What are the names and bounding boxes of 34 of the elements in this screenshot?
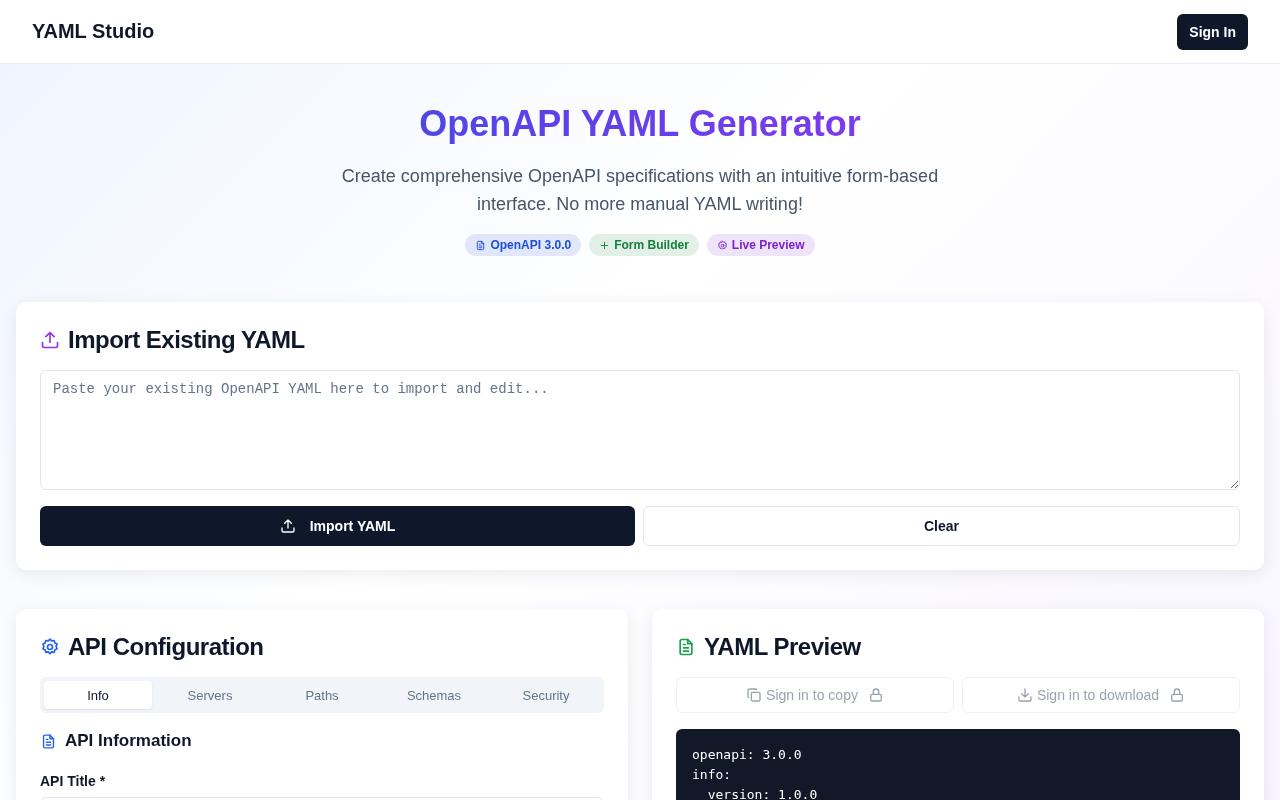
code-line: version: 1.0.0: [706, 786, 819, 800]
feature-badge: Live Preview: [706, 234, 815, 256]
settings-icon: [716, 239, 728, 251]
upload-icon: [40, 330, 60, 350]
clear-button[interactable]: Clear: [643, 506, 1240, 546]
upload-icon: [279, 518, 296, 534]
copy-icon: [746, 687, 763, 703]
feature-badge: Form Builder: [589, 234, 699, 256]
page-subtitle: Create comprehensive OpenAPI specifications with an intuitive form-based interface. No more manual YAML writing!: [340, 165, 940, 216]
plus-icon: [599, 239, 611, 251]
code-line: info:: [692, 766, 733, 784]
import-button[interactable]: Import YAML: [40, 506, 635, 546]
feature-badge: OpenAPI 3.0.0: [465, 234, 582, 256]
settings-icon: [40, 637, 60, 657]
document-icon: [676, 637, 696, 657]
document-icon: [40, 732, 57, 750]
tab[interactable]: Paths: [268, 681, 376, 709]
tab[interactable]: Security: [492, 681, 600, 709]
lock-icon: [867, 687, 884, 703]
yaml-input-field[interactable]: Paste your existing OpenAPI YAML here to import and edit...: [40, 370, 1240, 490]
card-title: YAML Preview: [704, 633, 861, 661]
tab[interactable]: Info: [44, 681, 152, 709]
sign-in-button[interactable]: Sign In: [1177, 13, 1248, 50]
download-icon: [1016, 687, 1033, 703]
card-title: API Configuration: [68, 633, 264, 661]
section-title: API Information: [65, 731, 192, 751]
field-label: API Title *: [40, 773, 107, 789]
code-line: openapi: 3.0.0: [692, 746, 803, 764]
brand-name: YAML Studio: [32, 20, 155, 43]
card-title: Import Existing YAML: [68, 326, 305, 354]
tab[interactable]: Schemas: [380, 681, 488, 709]
tab[interactable]: Servers: [156, 681, 264, 709]
lock-icon: [1169, 687, 1186, 703]
document-icon: [475, 239, 487, 251]
